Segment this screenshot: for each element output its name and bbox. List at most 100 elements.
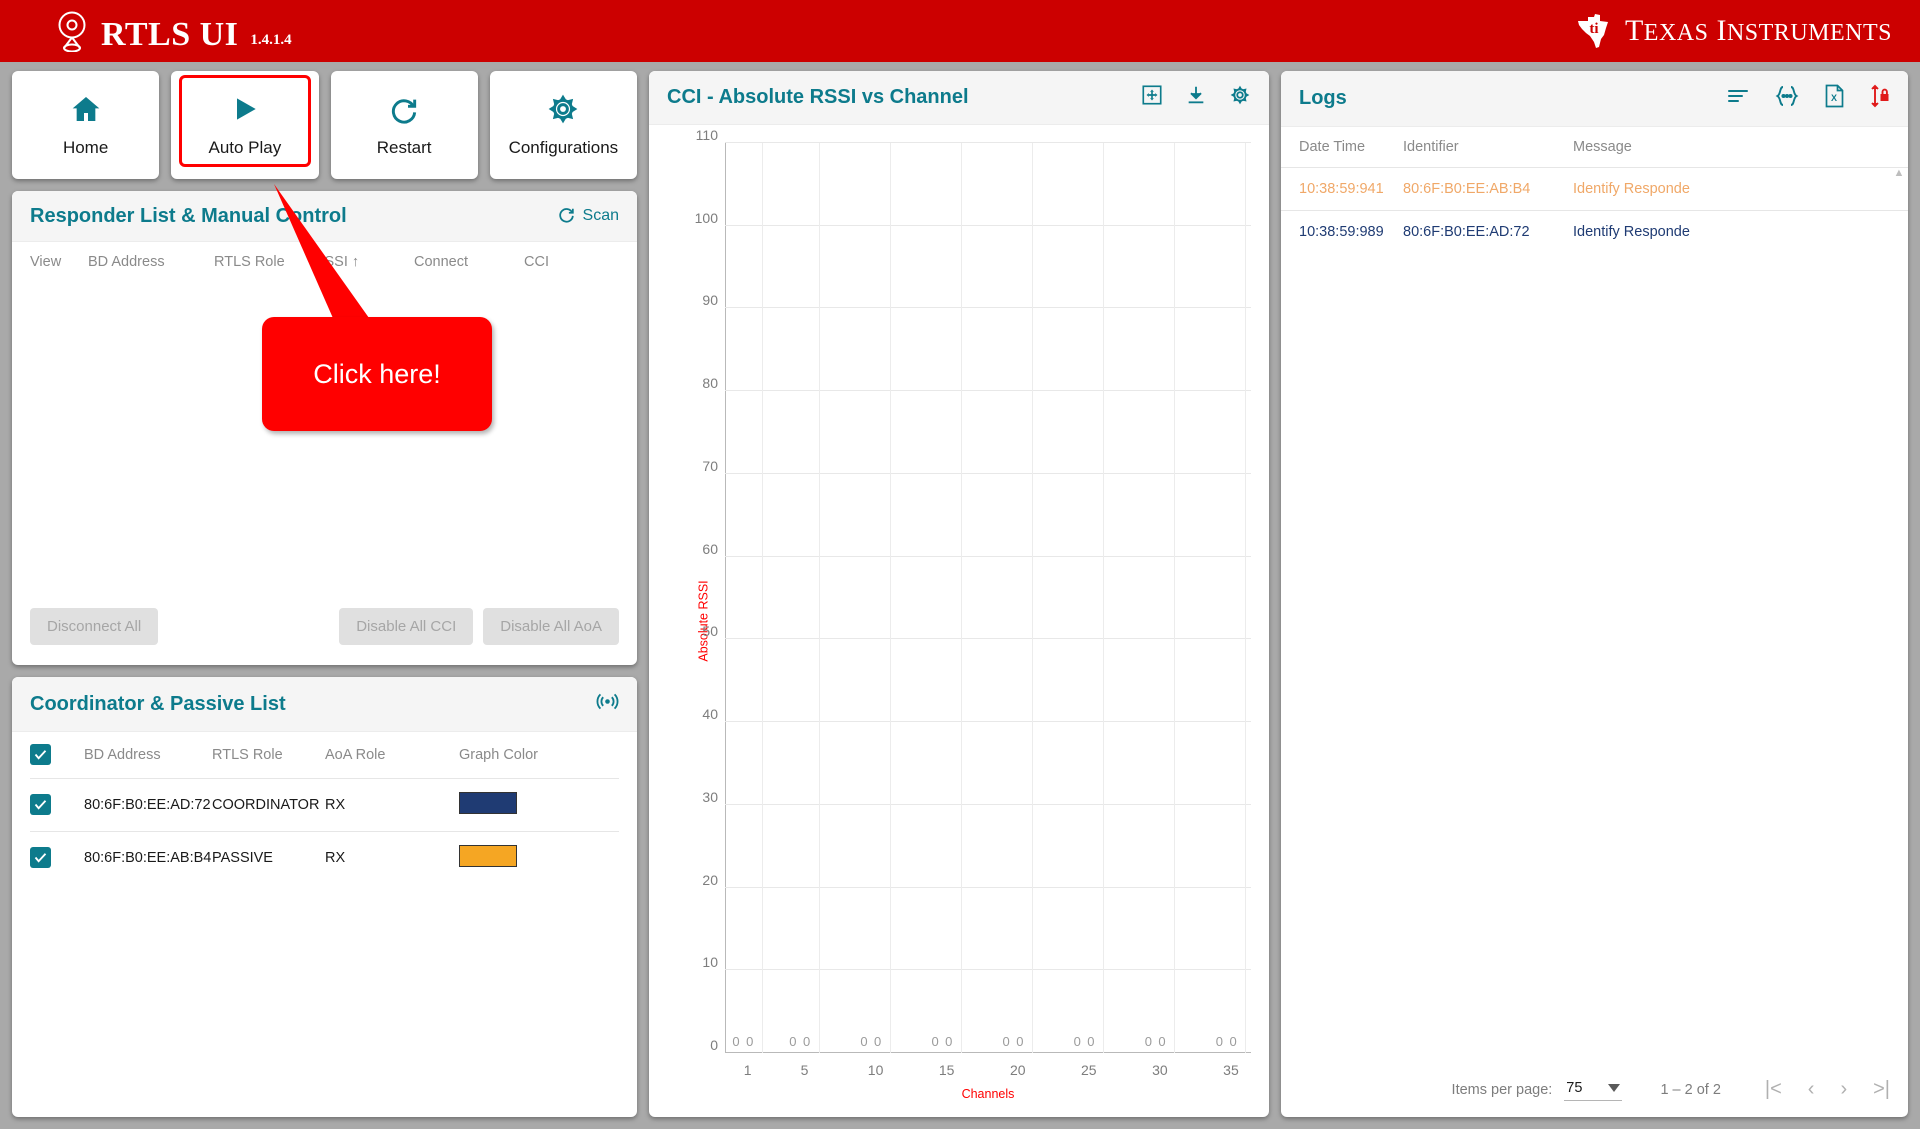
cell-date-time: 10:38:59:941 [1281,167,1403,211]
scan-label: Scan [582,207,619,224]
responder-table-wrap: View BD Address RTLS Role RSSI ↑ Connect… [12,242,637,282]
table-row[interactable]: 80:6F:B0:EE:AD:72 COORDINATOR RX [30,778,619,832]
logs-table-header-row: Date Time Identifier Message [1281,127,1908,168]
download-icon[interactable] [1185,84,1207,111]
items-per-page-select[interactable]: 75 [1564,1078,1623,1101]
x-gridline [960,143,962,1053]
cell-identifier: 80:6F:B0:EE:AD:72 [1403,210,1573,253]
previous-page-button[interactable]: ‹ [1808,1078,1815,1101]
scan-button[interactable]: Scan [557,204,619,228]
col-graph-color: Graph Color [459,747,538,763]
col-connect[interactable]: Connect [414,242,524,282]
bar-value-label: 0 [1002,1034,1010,1049]
first-page-button[interactable]: |< [1765,1078,1782,1101]
autoscroll-lock-icon[interactable] [1868,84,1890,113]
x-tick-label: 5 [800,1062,809,1078]
col-cci[interactable]: CCI [524,242,619,282]
y-gridline [725,224,1251,226]
x-tick-label: 35 [1223,1062,1239,1078]
excel-icon[interactable]: X [1824,84,1844,113]
table-row[interactable]: 80:6F:B0:EE:AB:B4 PASSIVE RX [30,831,619,884]
graph-color-swatch[interactable] [459,845,517,867]
gear-icon[interactable] [1229,84,1251,111]
bar-value-label: 0 [802,1034,811,1049]
responder-empty-area [12,282,637,594]
x-gridline [1174,143,1176,1053]
logs-body[interactable]: Date Time Identifier Message 10:38:59:94… [1281,127,1908,1068]
logs-card: Logs X Date Time Identifier Message 10:3… [1281,71,1908,1117]
y-axis-line [725,143,726,1053]
disable-all-cci-button[interactable]: Disable All CCI [339,608,474,645]
cell-graph-color [459,831,619,884]
chart-toolbar [1141,84,1251,111]
fit-screen-icon[interactable] [1141,84,1163,111]
col-view[interactable]: View [30,242,88,282]
y-gridline [725,555,1251,557]
coordinator-table-body: 80:6F:B0:EE:AD:72 COORDINATOR RX 80:6F:B… [30,778,619,884]
bar-value-label: 0 [1229,1034,1237,1049]
logs-toolbar: X [1726,84,1890,113]
table-row[interactable]: 10:38:59:941 80:6F:B0:EE:AB:B4 Identify … [1281,167,1908,211]
row-checkbox-cell [30,831,84,884]
nav-label: Restart [376,137,432,157]
x-tick-label: 1 [743,1062,752,1078]
y-gridline [725,638,1251,640]
y-tick-label: 20 [702,871,718,888]
y-tick-label: 50 [702,623,718,640]
nav-button-home[interactable]: Home [12,71,160,179]
y-gridline [725,1052,1251,1053]
aoa-icon[interactable] [596,690,619,718]
chart-canvas[interactable]: Channels 0 10 20 30 40 50 60 70 80 90 100 110 1 0 0 5 0 0… [695,127,1251,1101]
col-rssi[interactable]: RSSI ↑ [314,242,414,282]
x-gridline [889,143,891,1053]
logs-column: Logs X Date Time Identifier Message 10:3… [1281,71,1908,1117]
gear-icon [546,93,580,130]
filter-lines-icon[interactable] [1726,86,1750,111]
vendor-name: TEXAS INSTRUMENTS [1624,14,1892,47]
nav-button-restart[interactable]: Restart [330,71,478,179]
disable-all-aoa-button[interactable]: Disable All AoA [483,608,619,645]
next-page-button[interactable]: › [1840,1078,1847,1101]
col-date-time: Date Time [1299,139,1366,155]
bar-value-label: 0 [874,1034,882,1049]
logs-scrollbar[interactable]: ▲ [1893,167,1905,1068]
y-gridline [725,390,1251,392]
bar-value-label: 0 [1144,1034,1152,1049]
y-tick-label: 80 [702,375,718,392]
select-all-checkbox[interactable] [30,744,51,765]
nav-button-configurations[interactable]: Configurations [489,71,637,179]
responder-table-header-row: View BD Address RTLS Role RSSI ↑ Connect… [30,242,619,282]
cell-rtls-role: PASSIVE [212,831,325,884]
cell-date-time: 10:38:59:989 [1281,210,1403,253]
row-checkbox[interactable] [30,847,51,868]
x-tick-label: 15 [938,1062,955,1078]
scroll-up-arrow-icon[interactable]: ▲ [1893,167,1905,179]
y-gridline [725,142,1251,143]
nav-button-auto-play[interactable]: Auto Play [171,71,319,179]
logs-table: Date Time Identifier Message 10:38:59:94… [1281,127,1908,253]
json-icon[interactable] [1774,85,1800,112]
chart-card: CCI - Absolute RSSI vs Channel Absolute … [649,71,1269,1117]
table-row[interactable]: 10:38:59:989 80:6F:B0:EE:AD:72 Identify … [1281,210,1908,253]
row-checkbox-cell [30,778,84,832]
bar-value-label: 0 [931,1034,939,1049]
coordinator-list-header: Coordinator & Passive List [12,677,637,732]
x-gridline [1245,143,1247,1053]
y-gridline [725,969,1251,971]
coordinator-table-header-row: BD Address RTLS Role AoA Role Graph Colo… [30,732,619,779]
last-page-button[interactable]: >| [1873,1078,1890,1101]
x-tick-label: 20 [1009,1062,1026,1078]
location-pin-icon [55,10,89,52]
play-icon [228,93,262,130]
logs-title: Logs [1299,87,1347,109]
bar-value-label: 0 [1073,1034,1081,1049]
disconnect-all-button[interactable]: Disconnect All [30,608,159,645]
left-column: Home Auto Play Restart Configurations Re… [12,71,637,1117]
y-gridline [725,803,1251,805]
chart-plot-area[interactable]: Absolute RSSI Channels 0 10 20 30 40 50 60 70 80… [649,125,1269,1117]
col-rtls-role[interactable]: RTLS Role [214,242,314,282]
graph-color-swatch[interactable] [459,792,517,814]
row-checkbox[interactable] [30,794,51,815]
y-tick-label: 60 [702,540,718,557]
col-bd-address[interactable]: BD Address [88,242,214,282]
